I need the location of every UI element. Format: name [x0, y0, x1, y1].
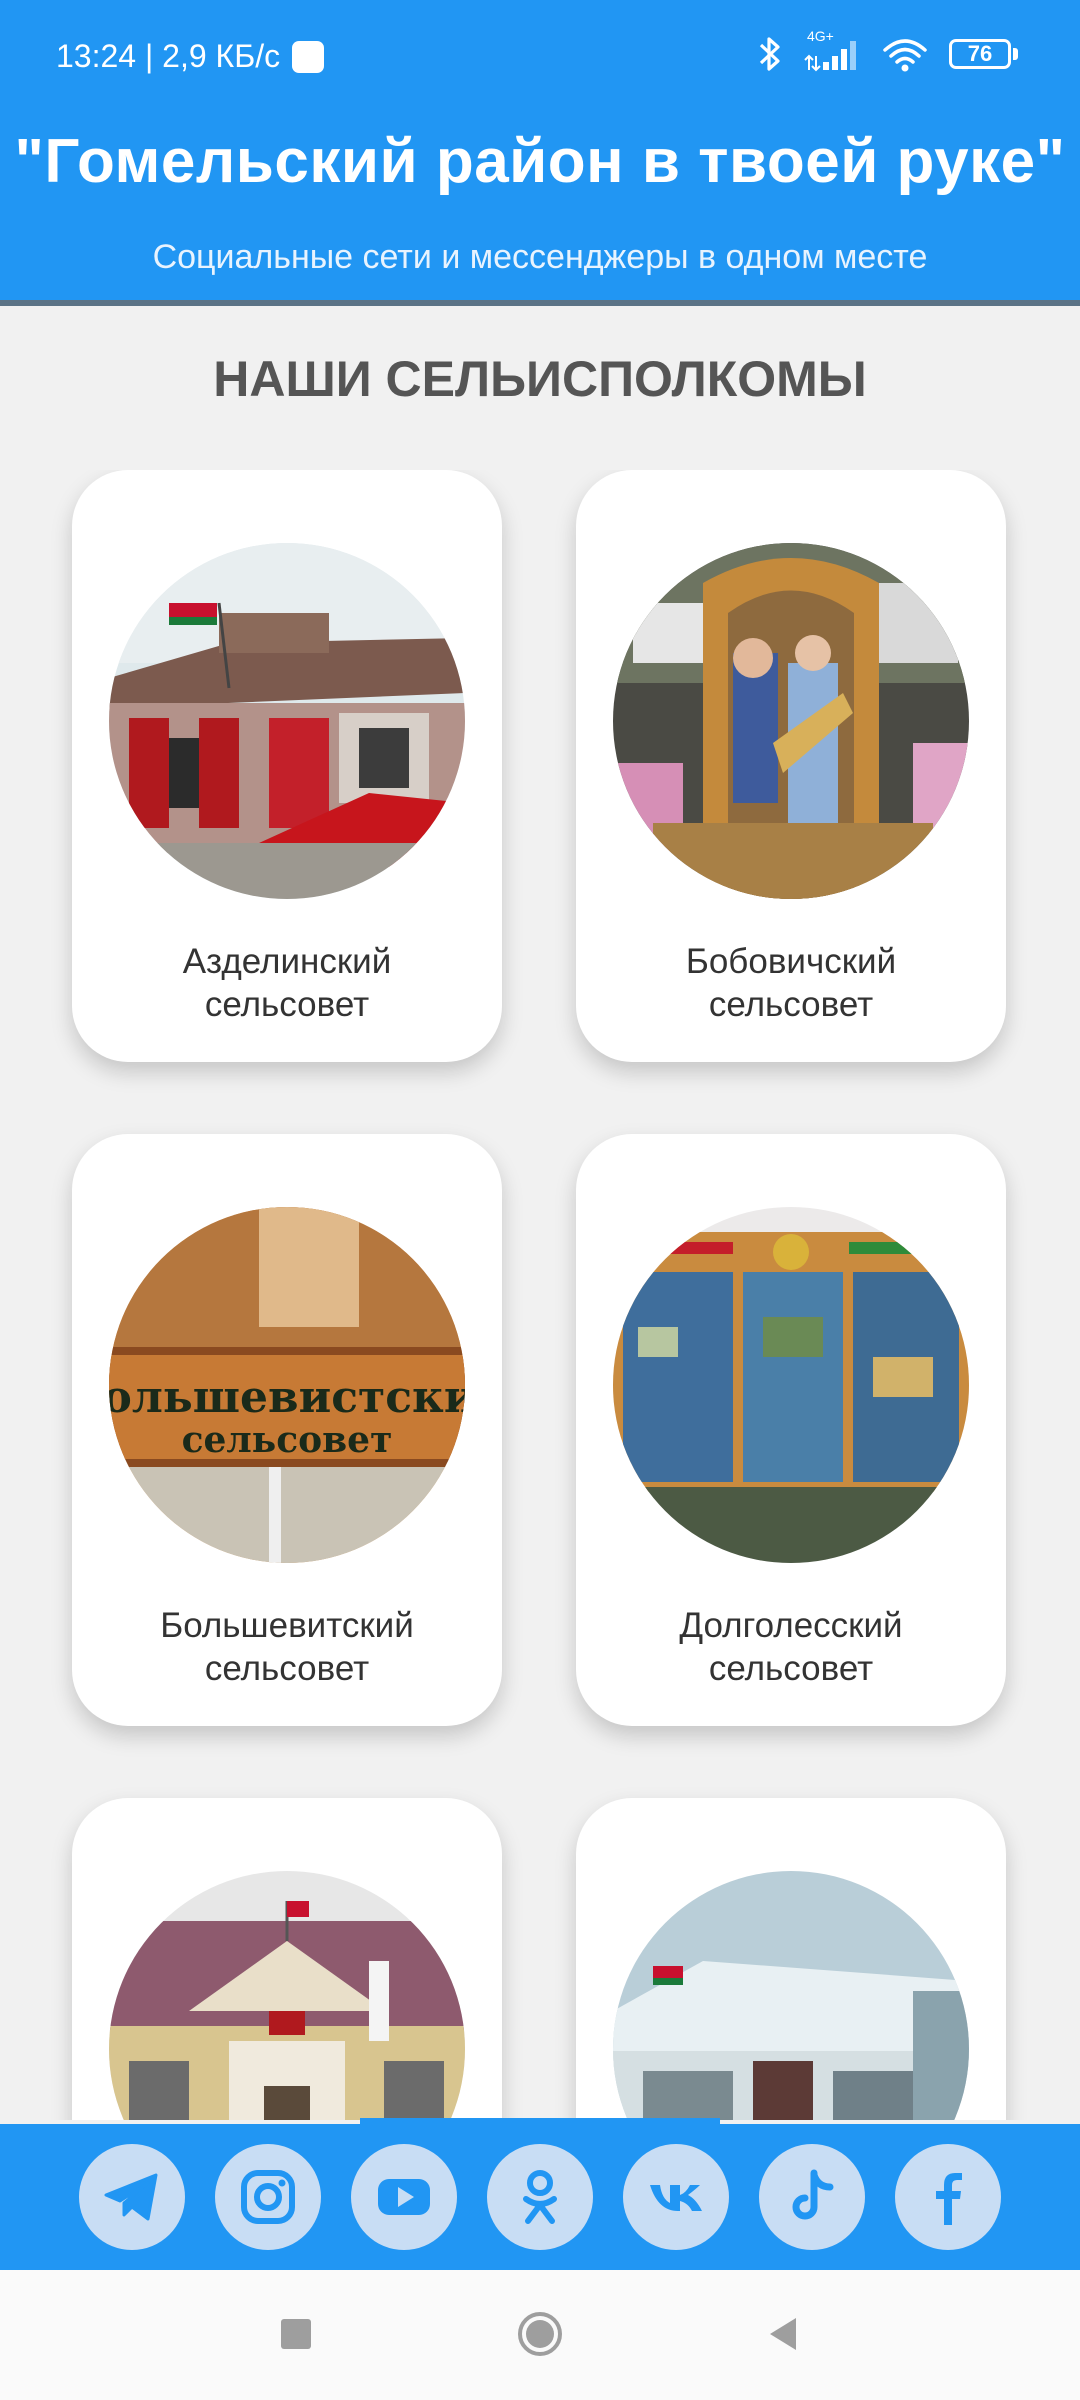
card-photo-azdelinsky: [109, 543, 465, 899]
bluetooth-icon: [757, 34, 783, 74]
home-button[interactable]: [516, 2310, 564, 2358]
card-photo-bolshevitsky: Большевистский сельсовет: [109, 1207, 465, 1563]
social-bar: [0, 2124, 1080, 2270]
card-label-line-1: Большевитский: [160, 1606, 414, 1645]
card-label-line-1: Долголесский: [679, 1606, 903, 1645]
tiktok-button[interactable]: [759, 2144, 865, 2250]
selsovet-grid: Азделинский сельсовет Бобовичский сельсо…: [0, 470, 1080, 2120]
youtube-icon: [378, 2179, 430, 2215]
app-subtitle: Социальные сети и мессенджеры в одном ме…: [152, 238, 928, 276]
notification-icon: [292, 40, 325, 73]
status-left: 13:24 | 2,9 КБ/с: [56, 38, 325, 75]
card-5[interactable]: [72, 1798, 502, 2120]
app-title: "Гомельский район в твоей руке": [14, 127, 1066, 196]
card-photo-dolgolessky: [613, 1207, 969, 1563]
card-label: Бобовичский сельсовет: [586, 940, 996, 1026]
recents-button[interactable]: [272, 2310, 320, 2358]
card-label-line-1: Бобовичский: [685, 942, 897, 981]
battery-level: 76: [949, 39, 1011, 69]
signal-icon: 4G+: [803, 28, 861, 74]
card-label-line-1: Азделинский: [182, 942, 392, 981]
telegram-button[interactable]: [79, 2144, 185, 2250]
section-title: НАШИ СЕЛЬИСПОЛКОМЫ: [213, 351, 867, 407]
card-label-line-2: сельсовет: [708, 985, 874, 1024]
sign-line-2: сельсовет: [182, 1419, 393, 1461]
facebook-button[interactable]: [895, 2144, 1001, 2250]
card-bobovichsky[interactable]: Бобовичский сельсовет: [576, 470, 1006, 1062]
instagram-icon: [241, 2170, 295, 2224]
facebook-icon: [936, 2173, 962, 2225]
card-6[interactable]: [576, 1798, 1006, 2120]
card-dolgolessky[interactable]: Долголесский сельсовет: [576, 1134, 1006, 1726]
status-right: 4G+ 76: [757, 28, 1018, 74]
status-bar: 13:24 | 2,9 КБ/с 4G+ 76: [0, 0, 1080, 120]
card-photo-6: [613, 1871, 969, 2120]
vk-icon: [650, 2185, 702, 2211]
tiktok-icon: [792, 2169, 834, 2220]
battery-icon: 76: [949, 39, 1018, 69]
back-button[interactable]: [760, 2310, 808, 2358]
card-label: Азделинский сельсовет: [82, 940, 492, 1026]
vk-button[interactable]: [623, 2144, 729, 2250]
card-bolshevitsky[interactable]: Большевистский сельсовет Большевитский се…: [72, 1134, 502, 1726]
youtube-button[interactable]: [351, 2144, 457, 2250]
battery-tip: [1013, 48, 1018, 60]
network-type: 4G+: [807, 28, 834, 44]
odnoklassniki-icon: [523, 2170, 557, 2224]
card-label-line-2: сельсовет: [204, 985, 370, 1024]
app-header: 13:24 | 2,9 КБ/с 4G+ 76 "Гомельский райо…: [0, 0, 1080, 300]
system-nav-bar: [0, 2270, 1080, 2400]
card-label: Большевитский сельсовет: [82, 1604, 492, 1690]
card-photo-5: [109, 1871, 465, 2120]
telegram-icon: [104, 2173, 158, 2221]
odnoklassniki-button[interactable]: [487, 2144, 593, 2250]
instagram-button[interactable]: [215, 2144, 321, 2250]
status-time-speed: 13:24 | 2,9 КБ/с: [56, 38, 281, 74]
card-photo-bobovichsky: [613, 543, 969, 899]
sign-line-1: Большевистский: [109, 1372, 465, 1423]
card-label-line-2: сельсовет: [204, 1649, 370, 1688]
card-label: Долголесский сельсовет: [586, 1604, 996, 1690]
wifi-icon: [881, 34, 929, 74]
card-label-line-2: сельсовет: [708, 1649, 874, 1688]
card-azdelinsky[interactable]: Азделинский сельсовет: [72, 470, 502, 1062]
